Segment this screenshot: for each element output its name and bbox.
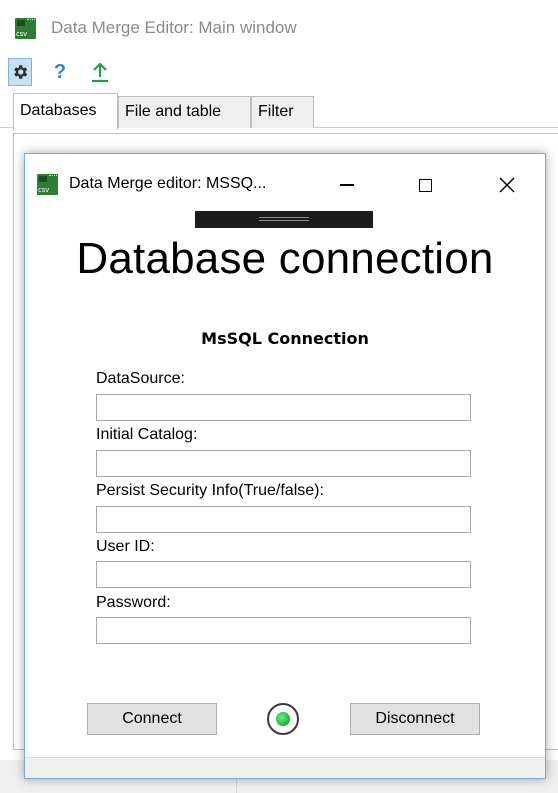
status-dot-icon: [276, 712, 290, 726]
datasource-input[interactable]: [96, 394, 471, 421]
tab-bar: Databases File and table Filter: [0, 93, 558, 129]
dialog-csv-app-icon: csv: [37, 174, 58, 195]
datasource-label: DataSource:: [96, 370, 185, 387]
user-id-input[interactable]: [96, 561, 471, 588]
help-icon: ?: [53, 60, 67, 83]
persist-security-info-label: Persist Security Info(True/false):: [96, 482, 324, 499]
upload-arrow-icon: [92, 62, 108, 83]
minimize-button[interactable]: [325, 168, 369, 202]
connection-status-indicator: [267, 703, 299, 735]
maximize-button[interactable]: [403, 168, 447, 202]
dialog-heading: Database connection: [76, 234, 494, 283]
persist-security-info-input[interactable]: [96, 506, 471, 533]
initial-catalog-label: Initial Catalog:: [96, 426, 198, 443]
main-window-titlebar: csv Data Merge Editor: Main window: [0, 0, 558, 52]
initial-catalog-input[interactable]: [96, 450, 471, 477]
gear-icon: [14, 65, 28, 79]
upload-button[interactable]: [88, 58, 112, 86]
main-window-title: Data Merge Editor: Main window: [51, 18, 297, 37]
disconnect-button[interactable]: Disconnect: [350, 703, 480, 735]
maximize-icon: [418, 178, 432, 192]
drag-grip-bar[interactable]: [195, 211, 373, 228]
user-id-label: User ID:: [96, 538, 155, 555]
dialog-footer: [25, 757, 545, 778]
toolbar: ?: [0, 52, 558, 92]
password-label: Password:: [96, 594, 171, 611]
tab-databases[interactable]: Databases: [13, 93, 118, 129]
dialog-titlebar[interactable]: csv Data Merge editor: MSSQ...: [25, 154, 545, 214]
mssql-connection-dialog: csv Data Merge editor: MSSQ... Database …: [24, 153, 546, 779]
close-button[interactable]: [485, 168, 529, 202]
dialog-title: Data Merge editor: MSSQ...: [69, 175, 267, 192]
grip-lines-icon: [259, 217, 309, 221]
tab-file-and-table[interactable]: File and table: [118, 96, 251, 128]
settings-button[interactable]: [8, 58, 32, 86]
close-icon: [499, 177, 515, 193]
csv-app-icon: csv: [15, 18, 36, 39]
password-input[interactable]: [96, 617, 471, 644]
tab-filter[interactable]: Filter: [251, 96, 314, 128]
connect-button[interactable]: Connect: [87, 703, 217, 735]
dialog-subheading: MsSQL Connection: [201, 329, 369, 348]
minimize-icon: [340, 184, 354, 186]
help-button[interactable]: ?: [48, 58, 72, 86]
